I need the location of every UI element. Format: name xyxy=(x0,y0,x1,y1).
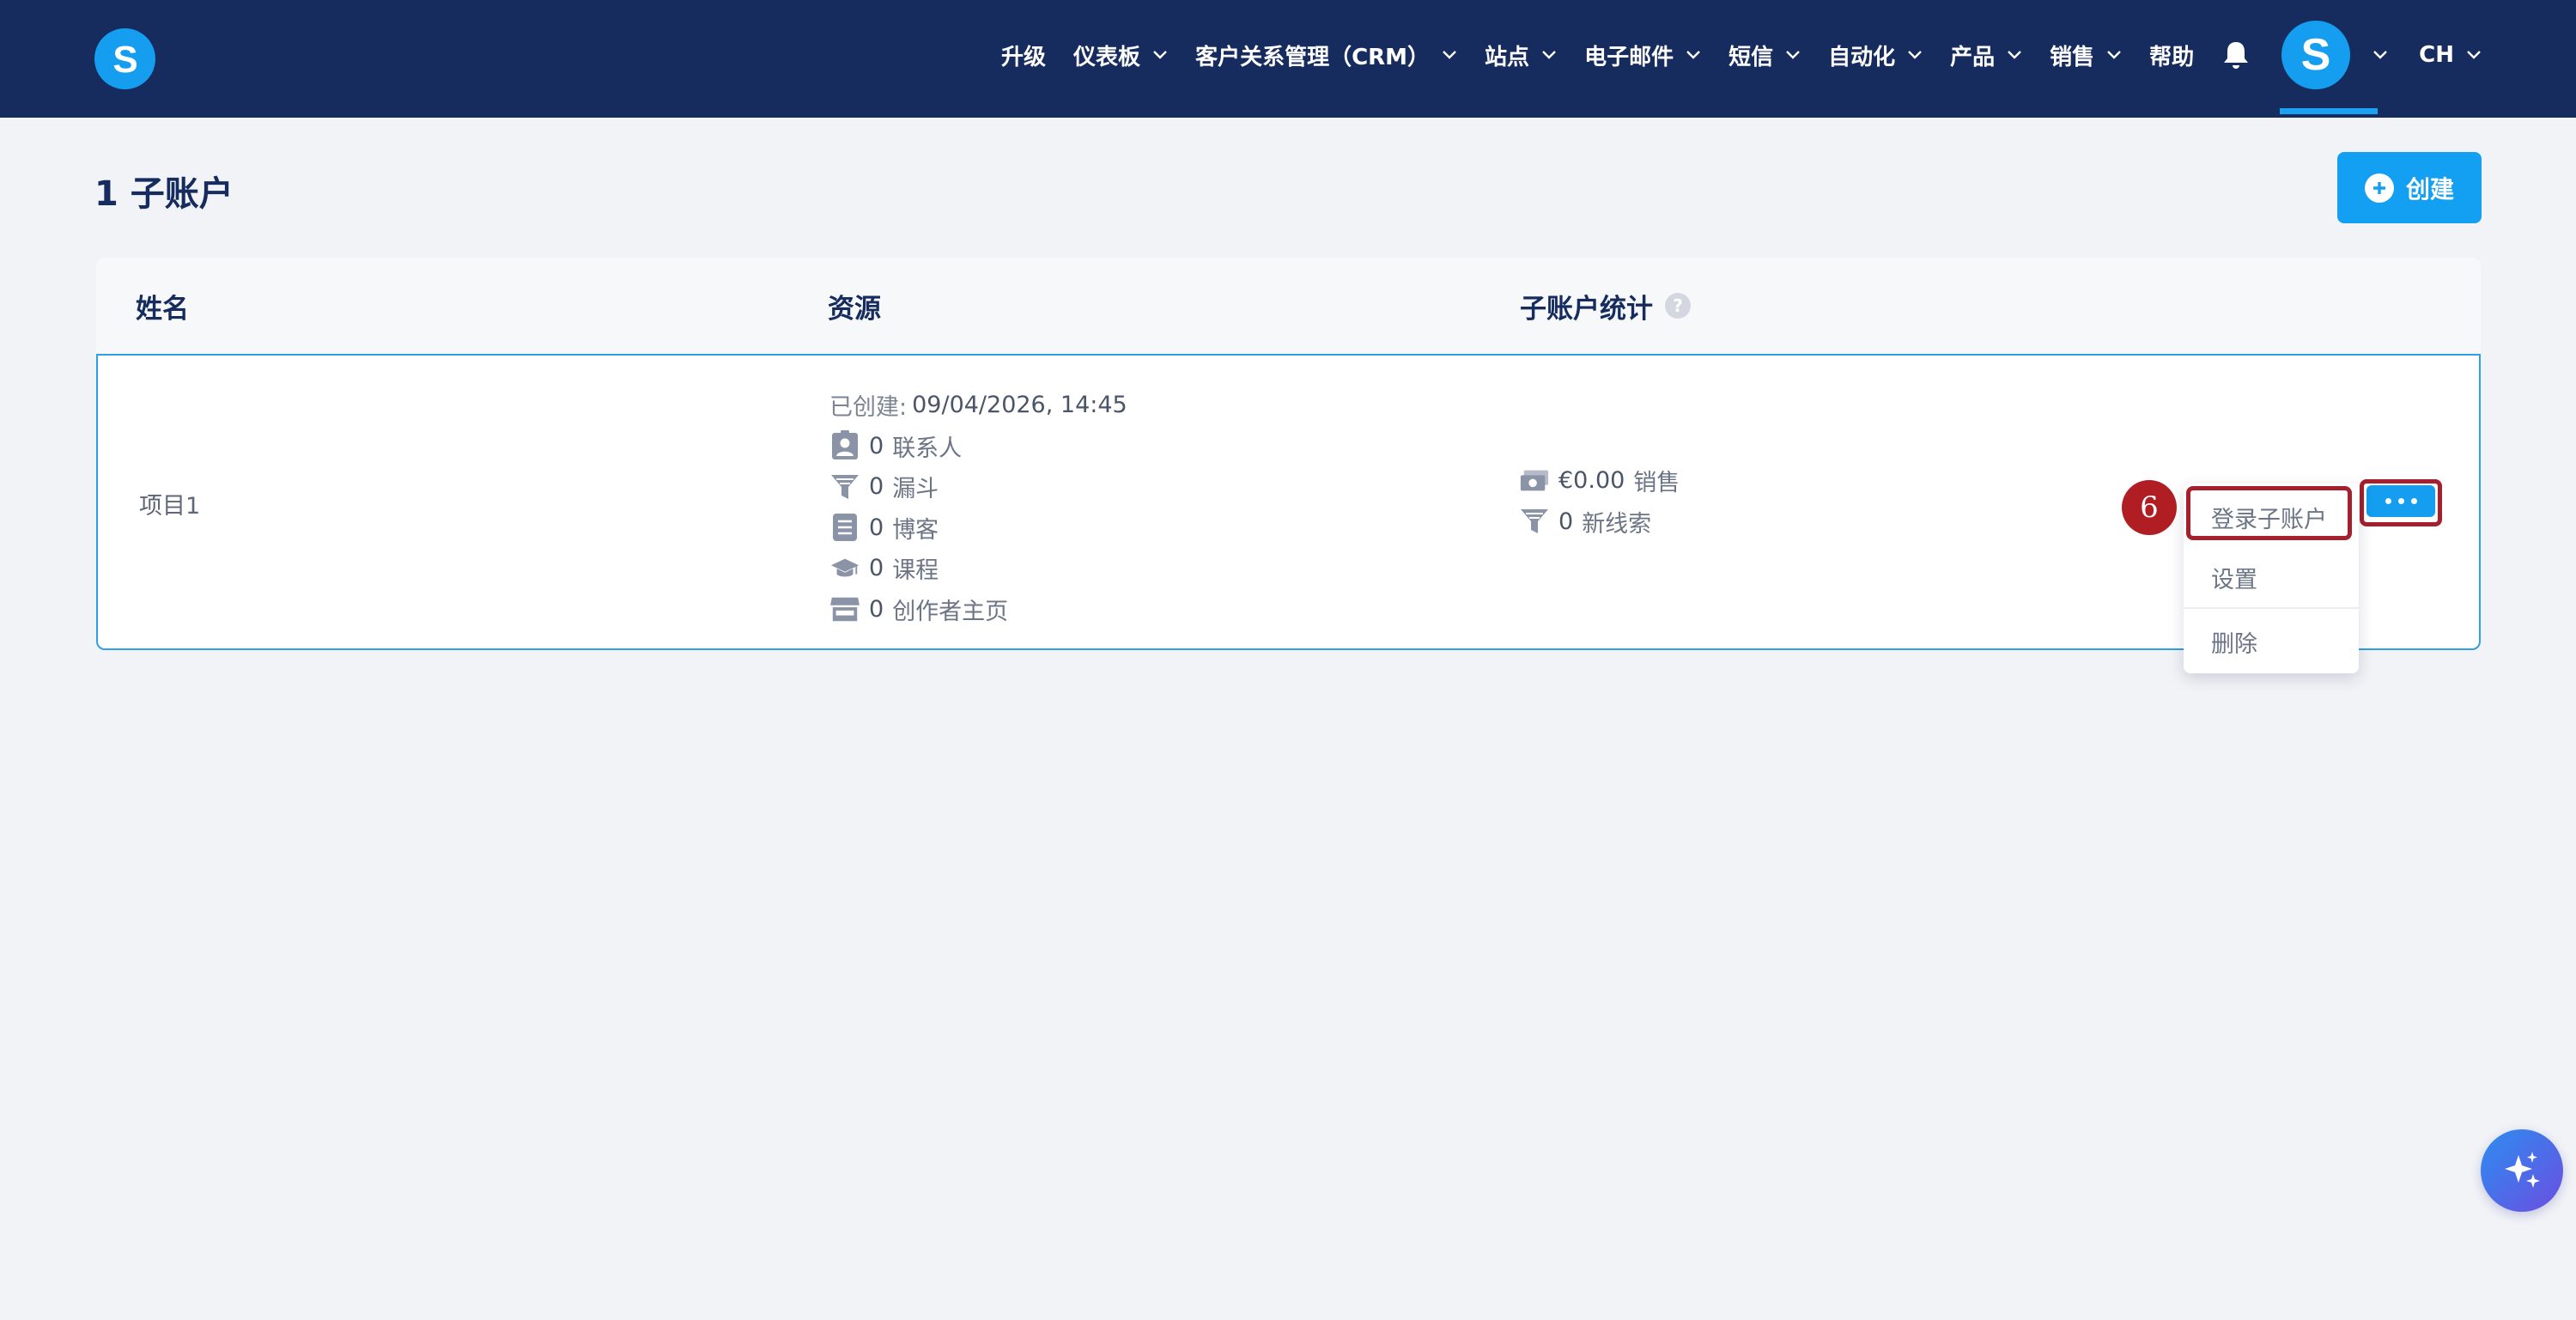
chevron-down-icon xyxy=(2008,51,2021,59)
nav-item-automation[interactable]: 自动化 xyxy=(1828,40,1923,71)
page-title: 1 子账户 xyxy=(94,174,234,214)
created-label: 已创建: xyxy=(829,394,908,422)
resource-label: 漏斗 xyxy=(892,476,939,503)
nav-item-label: 产品 xyxy=(1950,44,1996,70)
stat-count: 0 xyxy=(1558,508,1574,535)
resource-count: 0 xyxy=(869,473,884,501)
avatar[interactable]: S xyxy=(2281,21,2351,89)
chevron-down-icon xyxy=(1153,51,1167,59)
chevron-down-icon xyxy=(1686,51,1700,59)
nav-item-products[interactable]: 产品 xyxy=(1950,40,2022,71)
resource-count: 0 xyxy=(869,595,884,623)
nav-item-sms[interactable]: 短信 xyxy=(1728,40,1801,71)
systeme-logo[interactable]: S xyxy=(94,28,155,89)
table-header: 姓名 资源 子账户统计 ? xyxy=(96,258,2481,354)
highlight-outline xyxy=(2186,486,2352,540)
resource-label: 博客 xyxy=(892,516,939,544)
svg-text:S: S xyxy=(112,40,137,79)
language-label: CH xyxy=(2419,42,2454,68)
blog-icon xyxy=(829,512,860,543)
resource-funnels: 0 漏斗 xyxy=(829,466,1127,508)
chevron-down-icon xyxy=(1443,51,1456,59)
logo-s-icon: S xyxy=(112,40,137,79)
notifications-button[interactable] xyxy=(2221,40,2251,70)
ai-assistant-button[interactable] xyxy=(2481,1129,2563,1212)
resource-label: 课程 xyxy=(892,557,939,585)
resource-creator-pages: 0 创作者主页 xyxy=(829,589,1127,630)
nav-item-upgrade[interactable]: 升级 xyxy=(1001,40,1046,71)
resource-count: 0 xyxy=(869,432,884,459)
plus-circle-icon xyxy=(2364,173,2394,203)
language-selector[interactable]: CH xyxy=(2419,42,2482,68)
menu-item-delete[interactable]: 删除 xyxy=(2184,611,2359,672)
nav-item-label: 短信 xyxy=(1728,44,1774,70)
resources-cell: 已创建: 09/04/2026, 14:45 0 联系人 0 漏斗 0 博客 0… xyxy=(829,385,1127,630)
storefront-icon xyxy=(829,593,860,624)
resource-count: 0 xyxy=(869,514,884,541)
graduation-cap-icon xyxy=(829,553,860,584)
bell-icon xyxy=(2224,42,2249,69)
nav-item-label: 客户关系管理（CRM） xyxy=(1195,44,1431,70)
created-value: 09/04/2026, 14:45 xyxy=(912,392,1127,419)
nav-item-email[interactable]: 电子邮件 xyxy=(1584,40,1701,71)
chevron-down-icon xyxy=(2467,51,2481,59)
resource-contacts: 0 联系人 xyxy=(829,426,1127,467)
contact-card-icon xyxy=(829,430,860,461)
resource-courses: 0 课程 xyxy=(829,548,1127,589)
nav-item-crm[interactable]: 客户关系管理（CRM） xyxy=(1195,40,1457,71)
nav-item-label: 站点 xyxy=(1485,44,1530,70)
nav-item-label: 销售 xyxy=(2050,44,2095,70)
column-header-name: 姓名 xyxy=(136,293,189,325)
nav-item-dashboard[interactable]: 仪表板 xyxy=(1073,40,1168,71)
active-indicator xyxy=(2280,107,2379,114)
nav-item-label: 自动化 xyxy=(1828,44,1896,70)
resource-label: 联系人 xyxy=(892,435,963,462)
nav-item-help[interactable]: 帮助 xyxy=(2149,40,2194,71)
stat-count: €0.00 xyxy=(1558,467,1625,495)
money-icon xyxy=(1519,465,1550,496)
chevron-down-icon xyxy=(2373,51,2388,59)
created-date: 已创建: 09/04/2026, 14:45 xyxy=(829,385,1127,426)
resource-label: 创作者主页 xyxy=(892,598,1009,625)
nav-item-sites[interactable]: 站点 xyxy=(1485,40,1557,71)
stats-cell: €0.00 销售 0 新线索 xyxy=(1519,460,1680,542)
account-menu[interactable]: S xyxy=(2280,0,2388,114)
stat-sales: €0.00 销售 xyxy=(1519,460,1680,502)
subaccount-name: 项目1 xyxy=(139,493,201,520)
funnel-icon xyxy=(829,471,860,502)
nav-menu: 升级 仪表板 客户关系管理（CRM） 站点 电子邮件 短信 自动化 产品 销售 … xyxy=(1001,0,2576,114)
nav-item-sales[interactable]: 销售 xyxy=(2050,40,2122,71)
help-icon[interactable]: ? xyxy=(1665,293,1691,319)
step-number-badge: 6 xyxy=(2122,480,2177,535)
funnel-icon xyxy=(1519,506,1550,537)
top-navbar: S 升级 仪表板 客户关系管理（CRM） 站点 电子邮件 短信 自动化 产品 销… xyxy=(0,0,2576,118)
nav-item-label: 仪表板 xyxy=(1073,44,1141,70)
nav-item-label: 帮助 xyxy=(2149,44,2195,70)
column-header-stats-label: 子账户统计 xyxy=(1520,293,1653,325)
nav-item-label: 升级 xyxy=(1001,44,1047,70)
chevron-down-icon xyxy=(1786,51,1800,59)
resource-count: 0 xyxy=(869,555,884,582)
sparkles-icon xyxy=(2505,1152,2540,1188)
avatar-s-icon: S xyxy=(2301,32,2331,78)
highlight-outline xyxy=(2360,479,2442,526)
chevron-down-icon xyxy=(2107,51,2121,59)
resource-blogs: 0 博客 xyxy=(829,508,1127,549)
stat-label: 新线索 xyxy=(1582,510,1652,538)
column-header-resources: 资源 xyxy=(828,293,881,325)
create-button[interactable]: 创建 xyxy=(2337,152,2482,223)
chevron-down-icon xyxy=(1542,51,1556,59)
nav-item-label: 电子邮件 xyxy=(1584,44,1674,70)
column-header-stats: 子账户统计 ? xyxy=(1520,258,1691,354)
create-button-label: 创建 xyxy=(2405,174,2454,204)
stat-label: 销售 xyxy=(1633,470,1680,497)
chevron-down-icon xyxy=(1908,51,1922,59)
stat-new-leads: 0 新线索 xyxy=(1519,502,1680,543)
svg-text:S: S xyxy=(2301,32,2331,78)
menu-item-settings[interactable]: 设置 xyxy=(2184,547,2359,609)
